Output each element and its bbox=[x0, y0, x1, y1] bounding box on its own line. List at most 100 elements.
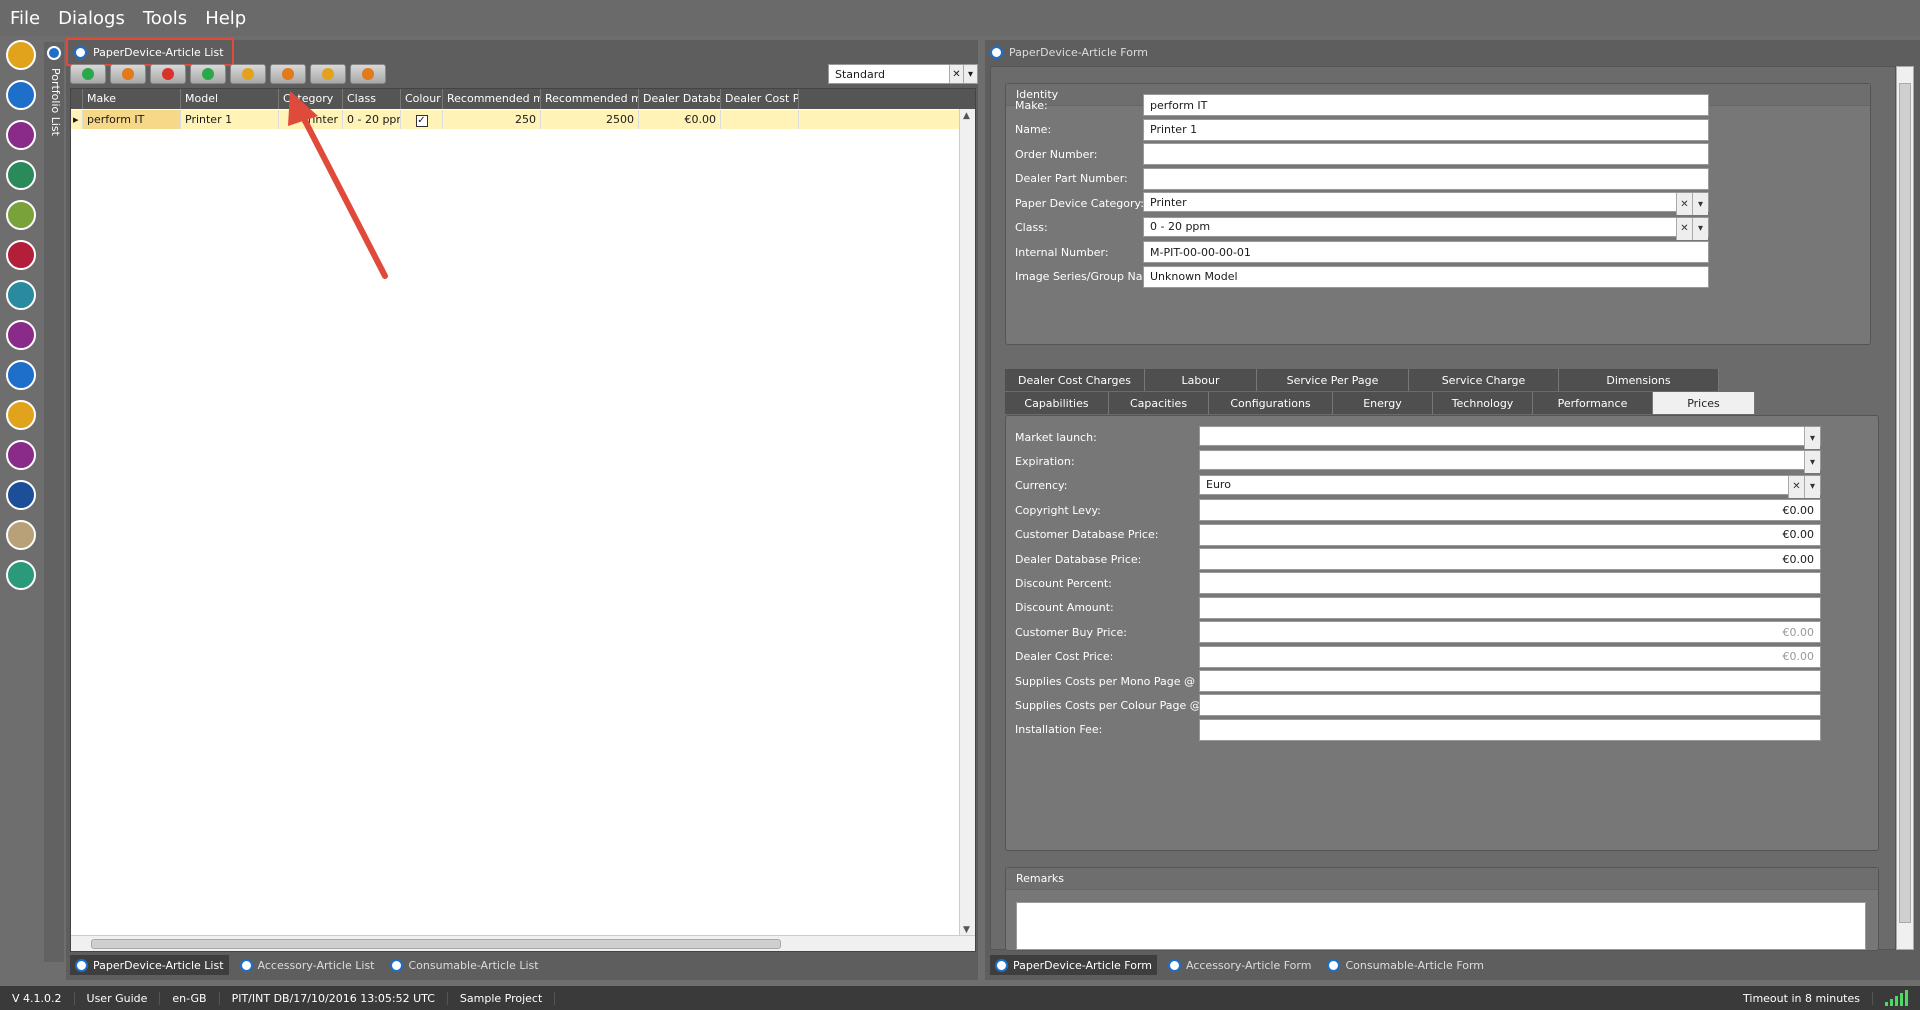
tab-paperdevice-list[interactable]: PaperDevice-Article List bbox=[70, 955, 229, 975]
tab-prices[interactable]: Prices bbox=[1653, 392, 1755, 414]
column-header[interactable]: Dealer Cost Pric bbox=[721, 89, 799, 109]
tab-paperdevice-form[interactable]: PaperDevice-Article Form bbox=[990, 955, 1157, 975]
grid-vertical-scrollbar[interactable]: ▲ ▼ bbox=[959, 109, 975, 937]
org-chart-icon[interactable] bbox=[6, 120, 36, 150]
area-chart-icon[interactable] bbox=[6, 240, 36, 270]
cell-model[interactable]: Printer 1 bbox=[181, 110, 279, 129]
identity-input[interactable]: Unknown Model bbox=[1143, 265, 1709, 288]
user-guide-link[interactable]: User Guide bbox=[75, 991, 161, 1005]
cell-dealer-db[interactable]: €0.00 bbox=[639, 110, 721, 129]
column-header[interactable]: Model bbox=[181, 89, 279, 109]
clear-icon[interactable]: ✕ bbox=[949, 65, 963, 83]
price-input[interactable] bbox=[1199, 694, 1821, 717]
identity-input[interactable]: Printer ✕ ▾ bbox=[1143, 192, 1709, 215]
cell-rec-min[interactable]: 250 bbox=[443, 110, 541, 129]
tab-service-charge[interactable]: Service Charge bbox=[1409, 369, 1559, 391]
scroll-down-icon[interactable]: ▼ bbox=[963, 925, 970, 935]
chevron-down-icon[interactable]: ▾ bbox=[1692, 193, 1708, 215]
form-vertical-scrollbar[interactable] bbox=[1896, 66, 1914, 950]
tab-energy[interactable]: Energy bbox=[1333, 392, 1433, 414]
copy-button[interactable] bbox=[190, 64, 226, 84]
cell-make[interactable]: perform IT bbox=[83, 110, 181, 129]
trend-icon[interactable] bbox=[6, 280, 36, 310]
tab-labour[interactable]: Labour bbox=[1145, 369, 1257, 391]
price-input[interactable] bbox=[1199, 718, 1821, 741]
binoculars-icon[interactable] bbox=[6, 160, 36, 190]
chevron-down-icon[interactable]: ▾ bbox=[1692, 217, 1708, 240]
price-input[interactable]: €0.00 bbox=[1199, 621, 1821, 644]
tab-configurations[interactable]: Configurations bbox=[1209, 392, 1333, 414]
tab-capabilities[interactable]: Capabilities bbox=[1005, 392, 1109, 414]
clear-icon[interactable]: ✕ bbox=[1676, 217, 1692, 240]
column-header[interactable]: Make bbox=[83, 89, 181, 109]
price-input[interactable]: €0.00 bbox=[1199, 499, 1821, 522]
scroll-thumb[interactable] bbox=[91, 939, 781, 949]
tab-dealer-cost-charges[interactable]: Dealer Cost Charges bbox=[1005, 369, 1145, 391]
scroll-thumb[interactable] bbox=[1899, 83, 1911, 923]
database-icon[interactable] bbox=[6, 560, 36, 590]
undo-button[interactable] bbox=[110, 64, 146, 84]
document-icon[interactable] bbox=[6, 480, 36, 510]
column-header[interactable]: Dealer Database bbox=[639, 89, 721, 109]
chevron-down-icon[interactable]: ▾ bbox=[1804, 475, 1820, 498]
identity-input[interactable]: Printer 1 bbox=[1143, 118, 1709, 141]
drop-button[interactable] bbox=[230, 64, 266, 84]
cell-rec-max[interactable]: 2500 bbox=[541, 110, 639, 129]
tab-performance[interactable]: Performance bbox=[1533, 392, 1653, 414]
price-input[interactable] bbox=[1199, 670, 1821, 692]
cell-colour[interactable]: ✓ bbox=[401, 110, 443, 129]
tab-service-per-page[interactable]: Service Per Page bbox=[1257, 369, 1409, 391]
home-icon[interactable] bbox=[6, 40, 36, 70]
price-input[interactable]: ▾ bbox=[1199, 450, 1821, 474]
portfolio-toggle-icon[interactable] bbox=[47, 46, 61, 60]
identity-input[interactable]: M-PIT-00-00-00-01 bbox=[1143, 241, 1709, 263]
colour-checkbox[interactable]: ✓ bbox=[415, 115, 428, 127]
price-input[interactable]: €0.00 bbox=[1199, 523, 1821, 546]
upload-button[interactable] bbox=[310, 64, 346, 84]
tab-capacities[interactable]: Capacities bbox=[1109, 392, 1209, 414]
scroll-icon[interactable] bbox=[6, 200, 36, 230]
add-button[interactable] bbox=[70, 64, 106, 84]
handshake-icon[interactable] bbox=[6, 400, 36, 430]
portfolio-list-label[interactable]: Portfolio List bbox=[46, 68, 62, 136]
view-combo[interactable]: Standard ✕ ▾ bbox=[828, 64, 978, 84]
table-row[interactable]: ▸ perform IT Printer 1 Printer 0 - 20 pp… bbox=[71, 110, 961, 129]
identity-input[interactable] bbox=[1143, 167, 1709, 190]
tab-consumable-list[interactable]: Consumable-Article List bbox=[385, 955, 543, 975]
grid-horizontal-scrollbar[interactable] bbox=[71, 935, 975, 951]
chevron-down-icon[interactable]: ▾ bbox=[963, 65, 977, 83]
tab-consumable-form[interactable]: Consumable-Article Form bbox=[1322, 955, 1489, 975]
refresh-button[interactable] bbox=[350, 64, 386, 84]
menu-file[interactable]: File bbox=[10, 8, 40, 29]
price-input[interactable]: €0.00 bbox=[1199, 548, 1821, 570]
cancel-button[interactable] bbox=[270, 64, 306, 84]
column-header[interactable]: Colour bbox=[401, 89, 443, 109]
tab-technology[interactable]: Technology bbox=[1433, 392, 1533, 414]
menu-help[interactable]: Help bbox=[205, 8, 246, 29]
eye-icon[interactable] bbox=[6, 320, 36, 350]
tab-dimensions[interactable]: Dimensions bbox=[1559, 369, 1719, 391]
cell-dealer-cost[interactable] bbox=[721, 110, 799, 129]
identity-input[interactable]: 0 - 20 ppm ✕ ▾ bbox=[1143, 216, 1709, 240]
column-header[interactable]: Recommended max bbox=[541, 89, 639, 109]
price-input[interactable] bbox=[1199, 572, 1821, 595]
price-input[interactable]: Euro ✕ ▾ bbox=[1199, 474, 1821, 498]
price-input[interactable]: ▾ bbox=[1199, 426, 1821, 449]
tab-accessory-form[interactable]: Accessory-Article Form bbox=[1163, 955, 1316, 975]
tab-accessory-list[interactable]: Accessory-Article List bbox=[235, 955, 380, 975]
chevron-down-icon[interactable]: ▾ bbox=[1804, 451, 1820, 474]
bar-chart-icon[interactable] bbox=[6, 440, 36, 470]
clear-icon[interactable]: ✕ bbox=[1676, 193, 1692, 215]
identity-input[interactable]: perform IT bbox=[1143, 94, 1709, 116]
clear-icon[interactable]: ✕ bbox=[1788, 475, 1804, 498]
target-icon[interactable] bbox=[6, 360, 36, 390]
price-input[interactable]: €0.00 bbox=[1199, 645, 1821, 668]
folder-icon[interactable] bbox=[6, 80, 36, 110]
briefcase-icon[interactable] bbox=[6, 520, 36, 550]
scroll-up-icon[interactable]: ▲ bbox=[963, 111, 970, 121]
remarks-textarea[interactable] bbox=[1016, 902, 1866, 950]
remove-button[interactable] bbox=[150, 64, 186, 84]
menu-dialogs[interactable]: Dialogs bbox=[58, 8, 125, 29]
chevron-down-icon[interactable]: ▾ bbox=[1804, 427, 1820, 449]
menu-tools[interactable]: Tools bbox=[143, 8, 187, 29]
